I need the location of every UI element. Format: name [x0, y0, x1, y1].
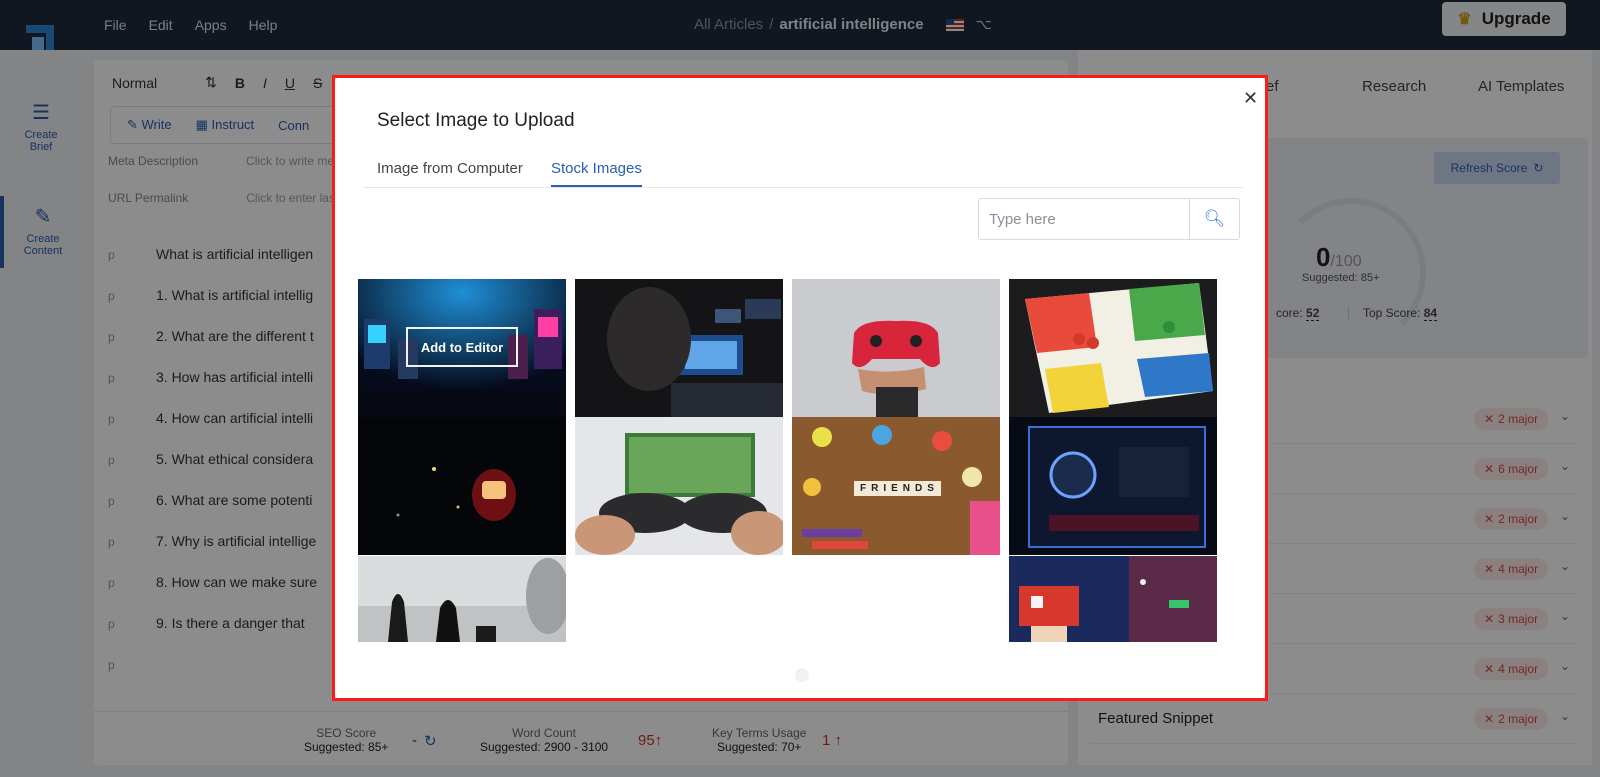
close-icon[interactable]: ✕: [1243, 88, 1258, 109]
search-icon[interactable]: 🔍︎: [1189, 199, 1239, 239]
stock-image-gamepads[interactable]: [575, 417, 783, 555]
stock-search: 🔍︎: [978, 198, 1240, 240]
scroll-indicator: [795, 668, 809, 682]
stock-search-input[interactable]: [979, 199, 1189, 239]
add-to-editor-button[interactable]: Add to Editor: [406, 327, 518, 367]
friends-tiles: FRIENDS: [854, 481, 941, 496]
hooded-figure-image: [358, 417, 566, 555]
select-image-modal: Select Image to Upload ✕ Image from Comp…: [332, 75, 1268, 701]
stock-image-hooded-figure[interactable]: [358, 417, 566, 555]
stock-image-gamer[interactable]: [575, 279, 783, 417]
modal-title: Select Image to Upload: [377, 110, 575, 131]
controller-image: [792, 279, 1000, 417]
friends-tiles-text: FRIENDS: [854, 481, 941, 496]
stock-image-pixel-mushroom[interactable]: [1009, 556, 1217, 642]
gamepads-image: [575, 417, 783, 555]
chess-image: [358, 556, 566, 642]
gamer-image: [575, 279, 783, 417]
modal-tabs: Image from Computer Stock Images: [363, 156, 1243, 188]
ludo-image: [1009, 279, 1217, 417]
stock-image-arcade[interactable]: Add to Editor: [358, 279, 566, 417]
tab-stock-images[interactable]: Stock Images: [551, 160, 642, 187]
pc-build-image: [1009, 417, 1217, 555]
stock-image-toys[interactable]: FRIENDS: [792, 417, 1000, 555]
tab-image-from-computer[interactable]: Image from Computer: [377, 160, 523, 185]
stock-image-chess[interactable]: [358, 556, 566, 642]
stock-image-ludo[interactable]: [1009, 279, 1217, 417]
stock-image-pc-build[interactable]: [1009, 417, 1217, 555]
pixel-mushroom-image: [1009, 556, 1217, 642]
stock-image-controller[interactable]: [792, 279, 1000, 417]
